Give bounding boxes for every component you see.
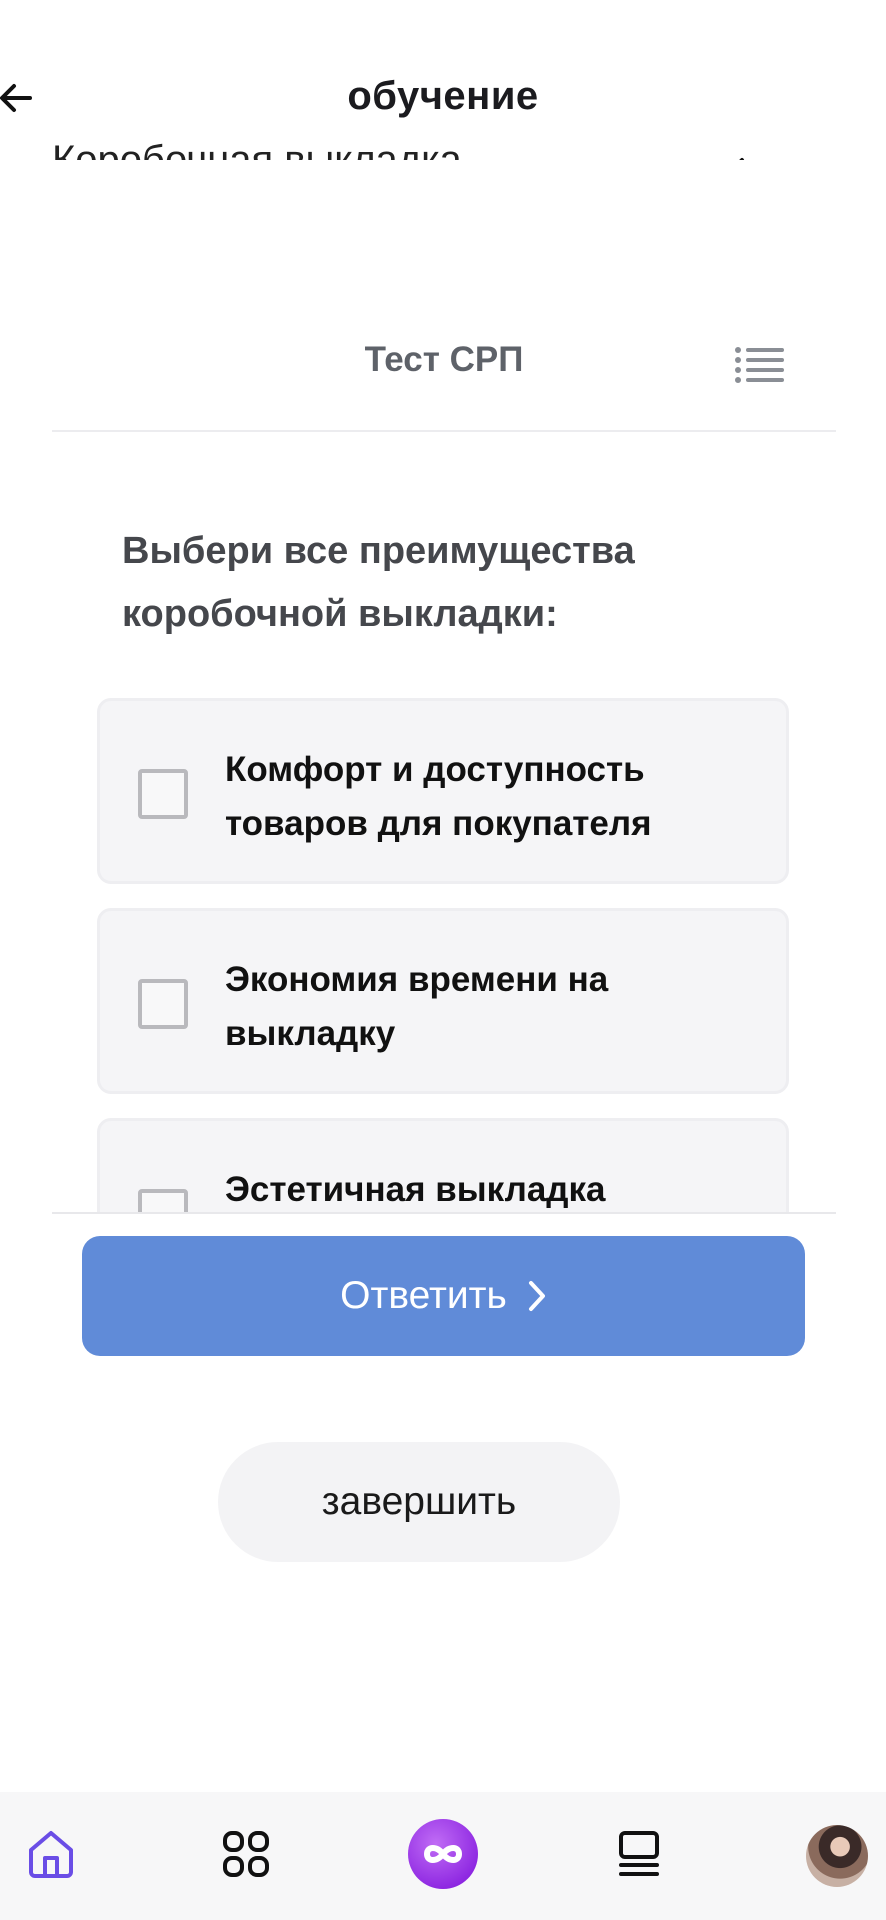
home-icon [25,1828,77,1885]
test-title: Тест СРП [364,340,524,379]
answer-label: Экономия времени на выкладку [225,960,609,1053]
answer-checkbox[interactable] [138,769,188,819]
divider [52,1212,836,1214]
answer-label: Эстетичная выкладка [225,1170,606,1209]
answer-checkbox[interactable] [138,979,188,1029]
answer-option[interactable]: Экономия времени на выкладку [97,908,789,1094]
module-title: Коробочная выкладка [52,138,462,160]
submit-button[interactable]: Ответить [82,1236,805,1356]
finish-label: завершить [321,1480,517,1523]
finish-button[interactable]: завершить [218,1442,620,1562]
bottom-tab-bar [0,1792,886,1920]
page-title: обучение [347,74,539,118]
tab-catalog[interactable] [218,1792,274,1920]
answer-option[interactable]: Эстетичная выкладка [97,1118,789,1212]
infinity-icon [407,1818,479,1895]
grid-icon [222,1830,270,1883]
courses-icon [617,1830,661,1883]
tab-profile[interactable] [806,1792,868,1920]
test-header: Тест СРП [52,330,836,432]
list-icon [734,347,786,388]
chevron-right-icon [527,1279,547,1313]
avatar [806,1825,868,1887]
answer-label: Комфорт и доступность товаров для покупа… [225,750,652,843]
collapse-button[interactable] [716,156,746,160]
tab-home[interactable] [20,1792,82,1920]
submit-label: Ответить [340,1274,507,1317]
header: Коробочная выкладка обучение [0,0,886,160]
answer-checkbox[interactable] [138,1189,188,1212]
tab-courses[interactable] [614,1792,664,1920]
tab-infinity[interactable] [405,1792,481,1920]
answer-option[interactable]: Комфорт и доступность товаров для покупа… [97,698,789,884]
question-text: Выбери все преимущества коробочной выкла… [122,530,635,635]
answer-options: Комфорт и доступность товаров для покупа… [0,690,886,1212]
question-list-button[interactable] [734,344,786,384]
